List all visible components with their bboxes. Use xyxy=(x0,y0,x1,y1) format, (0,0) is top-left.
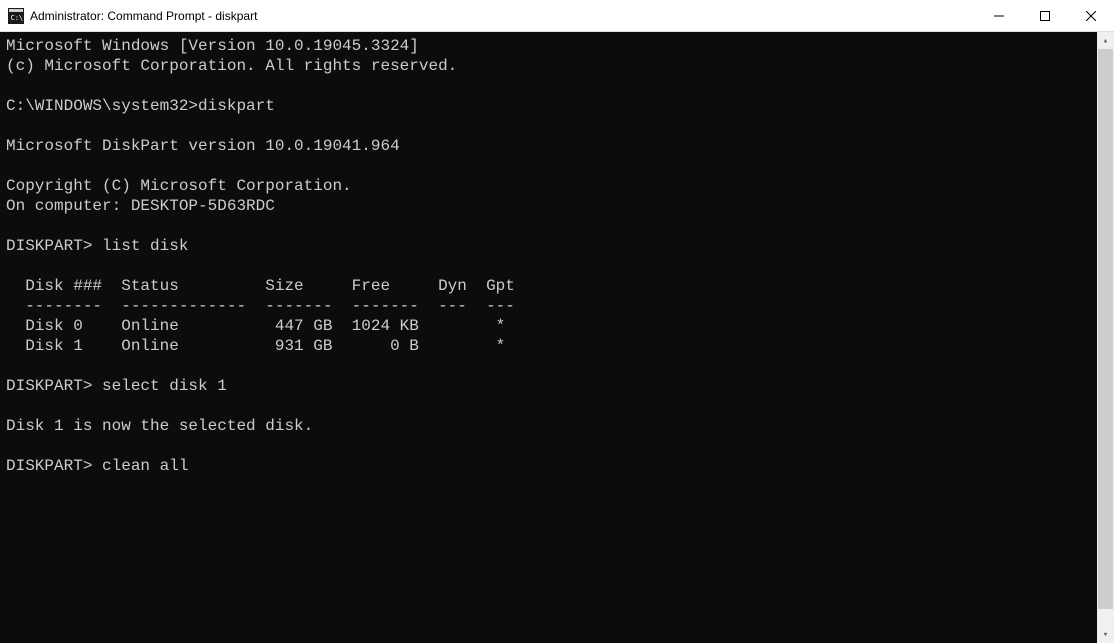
maximize-button[interactable] xyxy=(1022,0,1068,32)
scroll-down-arrow-icon[interactable]: ▾ xyxy=(1097,626,1114,643)
cmd-icon: C:\ xyxy=(8,8,24,24)
terminal-line: Disk 1 Online 931 GB 0 B * xyxy=(6,337,505,355)
terminal-line: Copyright (C) Microsoft Corporation. xyxy=(6,177,352,195)
terminal-line: Microsoft Windows [Version 10.0.19045.33… xyxy=(6,37,419,55)
content-area: Microsoft Windows [Version 10.0.19045.33… xyxy=(0,32,1114,643)
minimize-button[interactable] xyxy=(976,0,1022,32)
titlebar[interactable]: C:\ Administrator: Command Prompt - disk… xyxy=(0,0,1114,32)
close-button[interactable] xyxy=(1068,0,1114,32)
terminal-line: C:\WINDOWS\system32>diskpart xyxy=(6,97,275,115)
terminal-line: DISKPART> clean all xyxy=(6,457,188,475)
terminal-line: Disk 0 Online 447 GB 1024 KB * xyxy=(6,317,505,335)
scroll-up-arrow-icon[interactable]: ▴ xyxy=(1097,32,1114,49)
terminal-line: DISKPART> select disk 1 xyxy=(6,377,227,395)
svg-text:C:\: C:\ xyxy=(11,14,24,22)
terminal-line: DISKPART> list disk xyxy=(6,237,188,255)
window-controls xyxy=(976,0,1114,31)
terminal-output[interactable]: Microsoft Windows [Version 10.0.19045.33… xyxy=(0,32,1097,643)
window-title: Administrator: Command Prompt - diskpart xyxy=(30,9,976,23)
terminal-line: Microsoft DiskPart version 10.0.19041.96… xyxy=(6,137,400,155)
terminal-line: -------- ------------- ------- ------- -… xyxy=(6,297,515,315)
terminal-line: (c) Microsoft Corporation. All rights re… xyxy=(6,57,457,75)
terminal-line: On computer: DESKTOP-5D63RDC xyxy=(6,197,275,215)
scrollbar-thumb[interactable] xyxy=(1098,49,1113,609)
terminal-line: Disk ### Status Size Free Dyn Gpt xyxy=(6,277,515,295)
vertical-scrollbar[interactable]: ▴ ▾ xyxy=(1097,32,1114,643)
terminal-line: Disk 1 is now the selected disk. xyxy=(6,417,313,435)
